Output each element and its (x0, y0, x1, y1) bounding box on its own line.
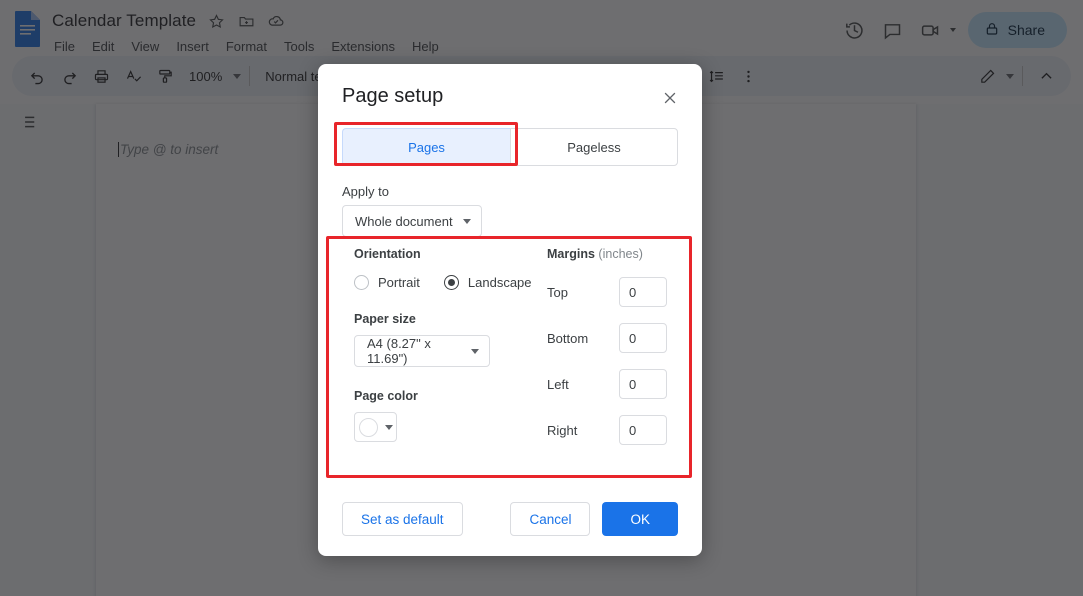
margin-top-input[interactable]: 0 (619, 277, 667, 307)
radio-portrait-dot (354, 275, 369, 290)
close-icon[interactable] (658, 86, 682, 110)
apply-to-value: Whole document (355, 213, 453, 229)
page-settings-group: Orientation Portrait Landscape Paper siz… (342, 237, 678, 477)
margin-row-top: Top 0 (547, 277, 667, 307)
paper-size-select[interactable]: A4 (8.27" x 11.69") (354, 335, 490, 367)
page-color-picker[interactable] (354, 412, 397, 442)
apply-to-row: Whole document (342, 205, 702, 237)
dialog-footer: Set as default Cancel OK (318, 482, 702, 556)
margins-unit: (inches) (598, 247, 643, 261)
apply-to-label: Apply to (342, 184, 389, 199)
page-setup-dialog: Page setup Pages Pageless Apply to Whole… (318, 64, 702, 556)
page-color-swatch (358, 417, 378, 437)
margin-row-right: Right 0 (547, 415, 667, 445)
dialog-title: Page setup (342, 85, 444, 107)
page-mode-toggle: Pages Pageless (342, 128, 678, 166)
page-color-label: Page color (354, 389, 418, 403)
margin-row-left: Left 0 (547, 369, 667, 399)
google-docs-window: Calendar Template (0, 0, 1083, 596)
ok-button[interactable]: OK (602, 502, 678, 536)
radio-landscape-dot (443, 275, 459, 290)
margin-right-label: Right (547, 422, 578, 438)
tab-pageless[interactable]: Pageless (510, 128, 678, 166)
radio-landscape[interactable]: Landscape (443, 275, 532, 290)
margin-left-input[interactable]: 0 (619, 369, 667, 399)
orientation-label: Orientation (354, 247, 421, 261)
radio-portrait-label: Portrait (378, 275, 420, 290)
chevron-down-icon (462, 218, 471, 224)
paper-size-row: A4 (8.27" x 11.69") (354, 326, 539, 367)
margin-right-input[interactable]: 0 (619, 415, 667, 445)
apply-to-select[interactable]: Whole document (342, 205, 482, 237)
dialog-header: Page setup (318, 64, 702, 110)
paper-size-value: A4 (8.27" x 11.69") (367, 336, 431, 366)
margin-top-label: Top (547, 284, 568, 300)
page-color-row (354, 403, 539, 442)
cancel-button[interactable]: Cancel (510, 502, 591, 536)
margin-row-bottom: Bottom 0 (547, 323, 667, 353)
margin-left-label: Left (547, 376, 569, 392)
chevron-down-icon (384, 424, 393, 430)
radio-landscape-label: Landscape (467, 275, 532, 290)
set-as-default-button[interactable]: Set as default (342, 502, 463, 536)
chevron-down-icon (471, 348, 479, 354)
margin-bottom-input[interactable]: 0 (619, 323, 667, 353)
paper-size-label: Paper size (354, 312, 416, 326)
margin-bottom-label: Bottom (547, 330, 589, 346)
orientation-radio-group: Portrait Landscape (354, 275, 539, 290)
tab-pages[interactable]: Pages (342, 128, 510, 166)
margins-title: Margins (547, 247, 595, 261)
margins-label: Margins (inches) (547, 247, 667, 261)
page-settings-left-column: Orientation Portrait Landscape Paper siz… (354, 247, 539, 442)
margins-column: Margins (inches) Top 0 Bottom 0 Left 0 R… (547, 247, 667, 445)
radio-portrait[interactable]: Portrait (354, 275, 420, 290)
